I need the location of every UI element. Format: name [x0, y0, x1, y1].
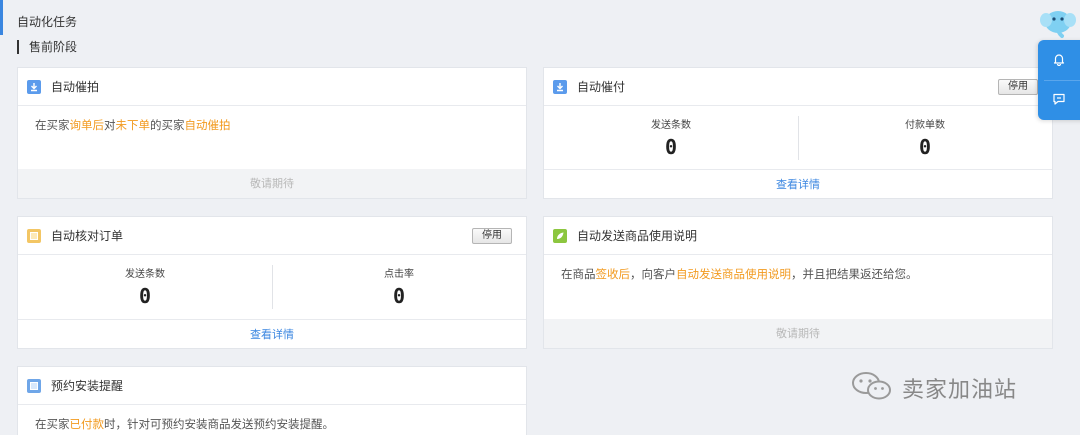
stat-value: 0 [138, 284, 152, 308]
elephant-mascot-icon[interactable] [1040, 6, 1076, 40]
view-details-link[interactable]: 查看详情 [544, 169, 1052, 198]
view-details-link[interactable]: 查看详情 [18, 319, 526, 348]
card-title: 自动催拍 [51, 80, 100, 94]
coming-soon-bar: 敬请期待 [544, 319, 1052, 348]
card-header: 自动发送商品使用说明 [544, 217, 1052, 255]
stat-value: 0 [918, 135, 932, 159]
stat-label: 付款单数 [905, 120, 945, 131]
stats-row: 发送条数 0 付款单数 0 [544, 106, 1052, 169]
card-description: 在买家询单后对未下单的买家自动催拍 [35, 118, 231, 132]
calendar-icon [27, 378, 41, 393]
card-header: 自动核对订单 停用 [18, 217, 526, 255]
stat-sent-count: 发送条数 0 [544, 106, 798, 169]
bell-icon[interactable] [1050, 50, 1068, 68]
stop-button[interactable]: 停用 [998, 79, 1038, 95]
card-title: 自动发送商品使用说明 [577, 229, 698, 243]
download-icon [553, 79, 567, 94]
card-header: 预约安装提醒 [18, 367, 526, 405]
card-title: 自动核对订单 [51, 229, 124, 243]
stat-label: 点击率 [384, 269, 414, 280]
card-install-reminder: 预约安装提醒 在买家已付款时，针对可预约安装商品发送预约安装提醒。 [17, 366, 527, 435]
stats-row: 发送条数 0 点击率 0 [18, 255, 526, 318]
section-title: 售前阶段 [17, 40, 77, 54]
left-accent-bar [0, 0, 3, 35]
watermark: 卖家加油站 [850, 370, 1017, 405]
stat-label: 发送条数 [651, 120, 691, 131]
card-header: 自动催付 停用 [544, 68, 1052, 106]
wechat-icon [850, 370, 894, 405]
card-auto-urge-order: 自动催拍 在买家询单后对未下单的买家自动催拍 敬请期待 [17, 67, 527, 199]
card-auto-send-manual: 自动发送商品使用说明 在商品签收后，向客户自动发送商品使用说明，并且把结果返还给… [543, 216, 1053, 349]
chat-icon[interactable] [1050, 90, 1068, 108]
card-title: 自动催付 [577, 80, 626, 94]
stat-value: 0 [664, 135, 678, 159]
stat-label: 发送条数 [125, 269, 165, 280]
card-auto-urge-pay: 自动催付 停用 发送条数 0 付款单数 0 查看详情 [543, 67, 1053, 199]
card-description: 在商品签收后，向客户自动发送商品使用说明，并且把结果返还给您。 [561, 267, 918, 281]
page-title: 自动化任务 [17, 15, 78, 29]
download-icon [27, 79, 41, 94]
stat-sent-count: 发送条数 0 [18, 255, 272, 318]
card-auto-check-order: 自动核对订单 停用 发送条数 0 点击率 0 查看详情 [17, 216, 527, 349]
card-title: 预约安装提醒 [51, 379, 124, 393]
float-divider [1044, 80, 1080, 81]
document-icon [27, 228, 41, 243]
watermark-text: 卖家加油站 [902, 377, 1018, 403]
stat-paid-orders: 付款单数 0 [798, 106, 1052, 169]
stop-button[interactable]: 停用 [472, 228, 512, 244]
stat-value: 0 [392, 284, 406, 308]
floating-action-panel [1038, 40, 1080, 120]
leaf-icon [553, 228, 567, 243]
card-header: 自动催拍 [18, 68, 526, 106]
card-description: 在买家已付款时，针对可预约安装商品发送预约安装提醒。 [35, 417, 334, 431]
coming-soon-bar: 敬请期待 [18, 169, 526, 198]
stat-click-rate: 点击率 0 [272, 255, 526, 318]
